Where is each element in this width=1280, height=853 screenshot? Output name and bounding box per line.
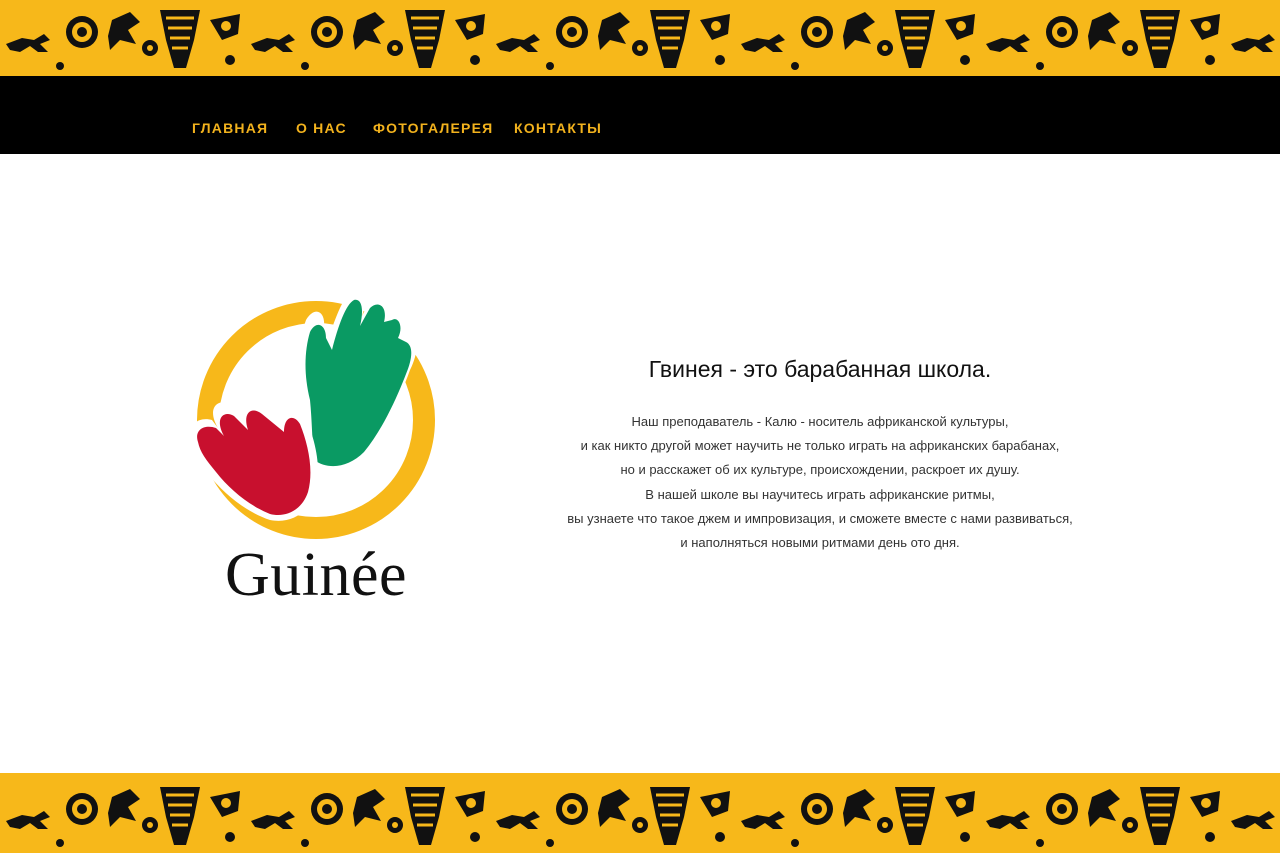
nav-item-gallery[interactable]: ФОТОГАЛЕРЕЯ xyxy=(373,120,493,136)
paragraph-line: вы узнаете что такое джем и импровизация… xyxy=(567,510,1073,526)
paragraph-line: и как никто другой может научить не толь… xyxy=(580,438,1060,454)
bottom-ornament-banner xyxy=(0,773,1280,853)
paragraph-line: но и расскажет об их культуре, происхожд… xyxy=(620,462,1020,478)
top-ornament-banner xyxy=(0,0,1280,76)
hands-circle-emblem xyxy=(190,289,435,539)
intro-section: Гвинея - это барабанная школа. Наш препо… xyxy=(520,352,1120,555)
main-navigation: ГЛАВНАЯ О НАС ФОТОГАЛЕРЕЯ КОНТАКТЫ xyxy=(0,76,1280,154)
nav-item-home[interactable]: ГЛАВНАЯ xyxy=(192,120,268,136)
paragraph-line: и наполняться новыми ритмами день ото дн… xyxy=(680,535,960,551)
african-pattern-ornament xyxy=(4,785,1280,849)
page-headline: Гвинея - это барабанная школа. xyxy=(648,356,992,382)
african-pattern-ornament xyxy=(4,8,1280,72)
guinee-logo: Guinée xyxy=(186,280,446,620)
nav-item-about[interactable]: О НАС xyxy=(296,120,347,136)
paragraph-line: Наш преподаватель - Калю - носитель афри… xyxy=(631,414,1009,429)
logo-wordmark: Guinée xyxy=(224,541,408,609)
nav-item-contacts[interactable]: КОНТАКТЫ xyxy=(514,120,602,136)
paragraph-line: В нашей школе вы научитесь играть африка… xyxy=(645,486,995,502)
intro-paragraph: Наш преподаватель - Калю - носитель афри… xyxy=(520,410,1120,555)
